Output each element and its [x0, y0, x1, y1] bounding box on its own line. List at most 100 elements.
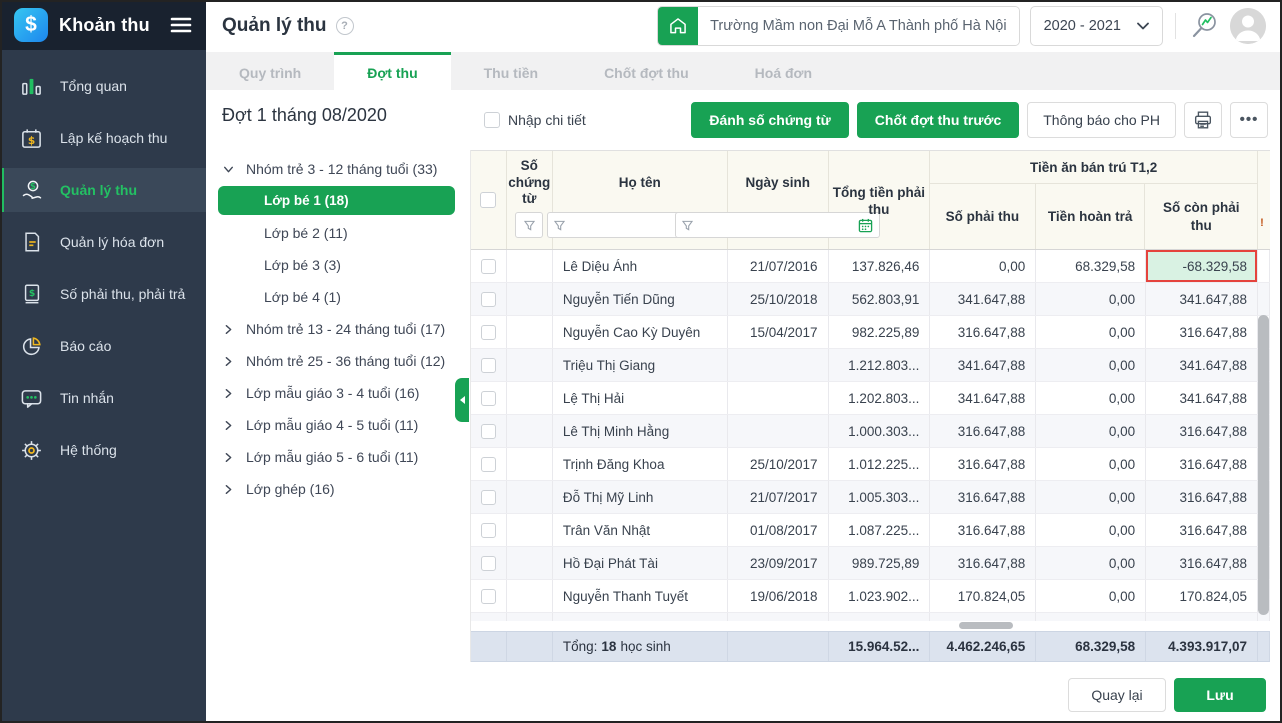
sidebar-item-lap-ke-hoach-thu[interactable]: $ Lập kế hoạch thu	[0, 116, 206, 160]
horizontal-scrollbar-thumb[interactable]	[959, 622, 1013, 629]
school-selector[interactable]: Trường Mầm non Đại Mỗ A Thành phố Hà Nội	[657, 6, 1019, 46]
checkbox-icon[interactable]	[481, 358, 496, 373]
tree-class-item[interactable]: Lớp bé 4 (1)	[222, 281, 470, 313]
sidebar-item-he-thong[interactable]: Hệ thống	[0, 428, 206, 472]
number-documents-button[interactable]: Đánh số chứng từ	[691, 102, 848, 138]
chevron-right-icon[interactable]	[222, 419, 246, 432]
cell-remaining: 316.647,88	[1146, 448, 1258, 480]
sidebar-item-so-phai-thu-phai-tra[interactable]: $ Số phải thu, phải trả	[0, 272, 206, 316]
bar-chart-icon	[18, 75, 45, 98]
tree-group-label: Nhóm trẻ 25 - 36 tháng tuổi (12)	[246, 353, 445, 369]
cell-refund: 0,00	[1036, 316, 1146, 348]
cell-student-name: Nguyễn Thanh Tuyết	[553, 580, 728, 612]
cell-total-due: 989.725,89	[829, 547, 931, 579]
sidebar-menu: Tổng quan $ Lập kế hoạch thu $ Quản lý t…	[0, 50, 206, 472]
checkbox-icon[interactable]	[481, 556, 496, 571]
save-button[interactable]: Lưu	[1174, 678, 1266, 712]
row-checkbox[interactable]	[471, 382, 507, 414]
checkbox-icon[interactable]	[481, 424, 496, 439]
tree-group[interactable]: Nhóm trẻ 13 - 24 tháng tuổi (17)	[222, 313, 470, 345]
table-row: Nguyễn Tiến Dũng25/10/2018562.803,91341.…	[471, 283, 1270, 316]
tab-dot-thu[interactable]: Đợt thu	[334, 52, 450, 90]
tree-group[interactable]: Nhóm trẻ 25 - 36 tháng tuổi (12)	[222, 345, 470, 377]
chevron-right-icon[interactable]	[222, 355, 246, 368]
row-checkbox[interactable]	[471, 415, 507, 447]
cell-student-name: Lê Diệu Ánh	[553, 250, 728, 282]
table-row: Nguyễn Cao Kỳ Duyên15/04/2017982.225,893…	[471, 316, 1270, 349]
search-analytics-icon[interactable]	[1188, 10, 1220, 42]
table-row: Trịnh Đăng Khoa25/10/20171.012.225...316…	[471, 448, 1270, 481]
checkbox-icon[interactable]	[484, 112, 500, 128]
more-actions-button[interactable]: •••	[1230, 102, 1268, 138]
back-button[interactable]: Quay lại	[1068, 678, 1166, 712]
header-select-all[interactable]	[471, 151, 507, 249]
cell-remaining: 341.647,88	[1146, 382, 1258, 414]
cell-remaining-highlighted[interactable]: -68.329,58	[1146, 250, 1258, 282]
tree-group[interactable]: Lớp mẫu giáo 5 - 6 tuổi (11)	[222, 441, 470, 473]
sidebar-item-quan-ly-hoa-don[interactable]: Quản lý hóa đơn	[0, 220, 206, 264]
sidebar-item-tong-quan[interactable]: Tổng quan	[0, 64, 206, 108]
chevron-right-icon[interactable]	[222, 387, 246, 400]
notify-parents-button[interactable]: Thông báo cho PH	[1027, 102, 1176, 138]
row-checkbox[interactable]	[471, 547, 507, 579]
hand-coin-icon: $	[18, 178, 45, 202]
tab-thu-tien[interactable]: Thu tiền	[451, 52, 571, 90]
tree-group[interactable]: Lớp ghép (16)	[222, 473, 470, 505]
row-checkbox[interactable]	[471, 283, 507, 315]
tab-quy-trinh[interactable]: Quy trình	[206, 52, 334, 90]
print-button[interactable]	[1184, 102, 1222, 138]
home-icon[interactable]	[658, 7, 698, 45]
row-checkbox[interactable]	[471, 514, 507, 546]
row-checkbox[interactable]	[471, 316, 507, 348]
checkbox-icon[interactable]	[481, 259, 496, 274]
row-checkbox[interactable]	[471, 580, 507, 612]
tree-group[interactable]: Lớp mẫu giáo 4 - 5 tuổi (11)	[222, 409, 470, 441]
school-year-select[interactable]: 2020 - 2021	[1030, 6, 1163, 46]
vertical-scrollbar-thumb[interactable]	[1258, 315, 1269, 615]
col-remaining: Số còn phải thu	[1145, 184, 1257, 249]
tree-group[interactable]: Nhóm trẻ 3 - 12 tháng tuổi (33)	[222, 153, 470, 185]
sidebar-item-tin-nhan[interactable]: Tin nhắn	[0, 376, 206, 420]
close-previous-period-button[interactable]: Chốt đợt thu trước	[857, 102, 1019, 138]
tree-class-item[interactable]: Lớp bé 2 (11)	[222, 217, 470, 249]
cell-dob	[728, 382, 829, 414]
sidebar-item-label: Lập kế hoạch thu	[60, 130, 167, 146]
sidebar-item-bao-cao[interactable]: Báo cáo	[0, 324, 206, 368]
detail-entry-checkbox[interactable]: Nhập chi tiết	[484, 112, 586, 128]
row-checkbox[interactable]	[471, 349, 507, 381]
tab-chot-dot-thu[interactable]: Chốt đợt thu	[571, 52, 722, 90]
toolbar: Nhập chi tiết Đánh số chứng từ Chốt đợt …	[470, 90, 1282, 150]
cutoff-column: !	[1258, 151, 1270, 249]
chevron-right-icon[interactable]	[222, 483, 246, 496]
row-checkbox[interactable]	[471, 448, 507, 480]
sidebar-header: $ Khoản thu	[0, 0, 206, 50]
tab-hoa-don[interactable]: Hoá đơn	[722, 52, 845, 90]
chevron-right-icon[interactable]	[222, 323, 246, 336]
tree-class-item[interactable]: Lớp bé 3 (3)	[222, 249, 470, 281]
row-checkbox[interactable]	[471, 250, 507, 282]
checkbox-icon[interactable]	[481, 589, 496, 604]
cell-cutoff	[1258, 283, 1270, 315]
checkbox-icon[interactable]	[481, 490, 496, 505]
school-name: Trường Mầm non Đại Mỗ A Thành phố Hà Nội	[698, 7, 1018, 45]
checkbox-icon[interactable]	[481, 457, 496, 472]
sidebar-item-label: Quản lý thu	[60, 182, 137, 198]
sidebar-item-quan-ly-thu[interactable]: $ Quản lý thu	[0, 168, 206, 212]
tree-class-item-selected[interactable]: Lớp bé 1 (18)	[218, 186, 455, 215]
checkbox-icon[interactable]	[480, 192, 496, 208]
tree-group[interactable]: Lớp mẫu giáo 3 - 4 tuổi (16)	[222, 377, 470, 409]
chevron-right-icon[interactable]	[222, 451, 246, 464]
checkbox-icon[interactable]	[481, 523, 496, 538]
checkbox-icon[interactable]	[481, 391, 496, 406]
chevron-down-icon[interactable]	[222, 163, 246, 176]
doc-no-filter-button[interactable]	[515, 212, 543, 238]
checkbox-icon[interactable]	[481, 292, 496, 307]
checkbox-icon[interactable]	[481, 325, 496, 340]
hamburger-menu-icon[interactable]	[170, 16, 192, 34]
help-icon[interactable]: ?	[336, 17, 354, 35]
col-total-due: Tổng tiền phải thu	[829, 151, 929, 249]
cell-total-due: 1.012.225...	[829, 448, 931, 480]
panel-collapse-handle[interactable]	[455, 378, 469, 422]
user-avatar[interactable]	[1230, 8, 1266, 44]
row-checkbox[interactable]	[471, 481, 507, 513]
